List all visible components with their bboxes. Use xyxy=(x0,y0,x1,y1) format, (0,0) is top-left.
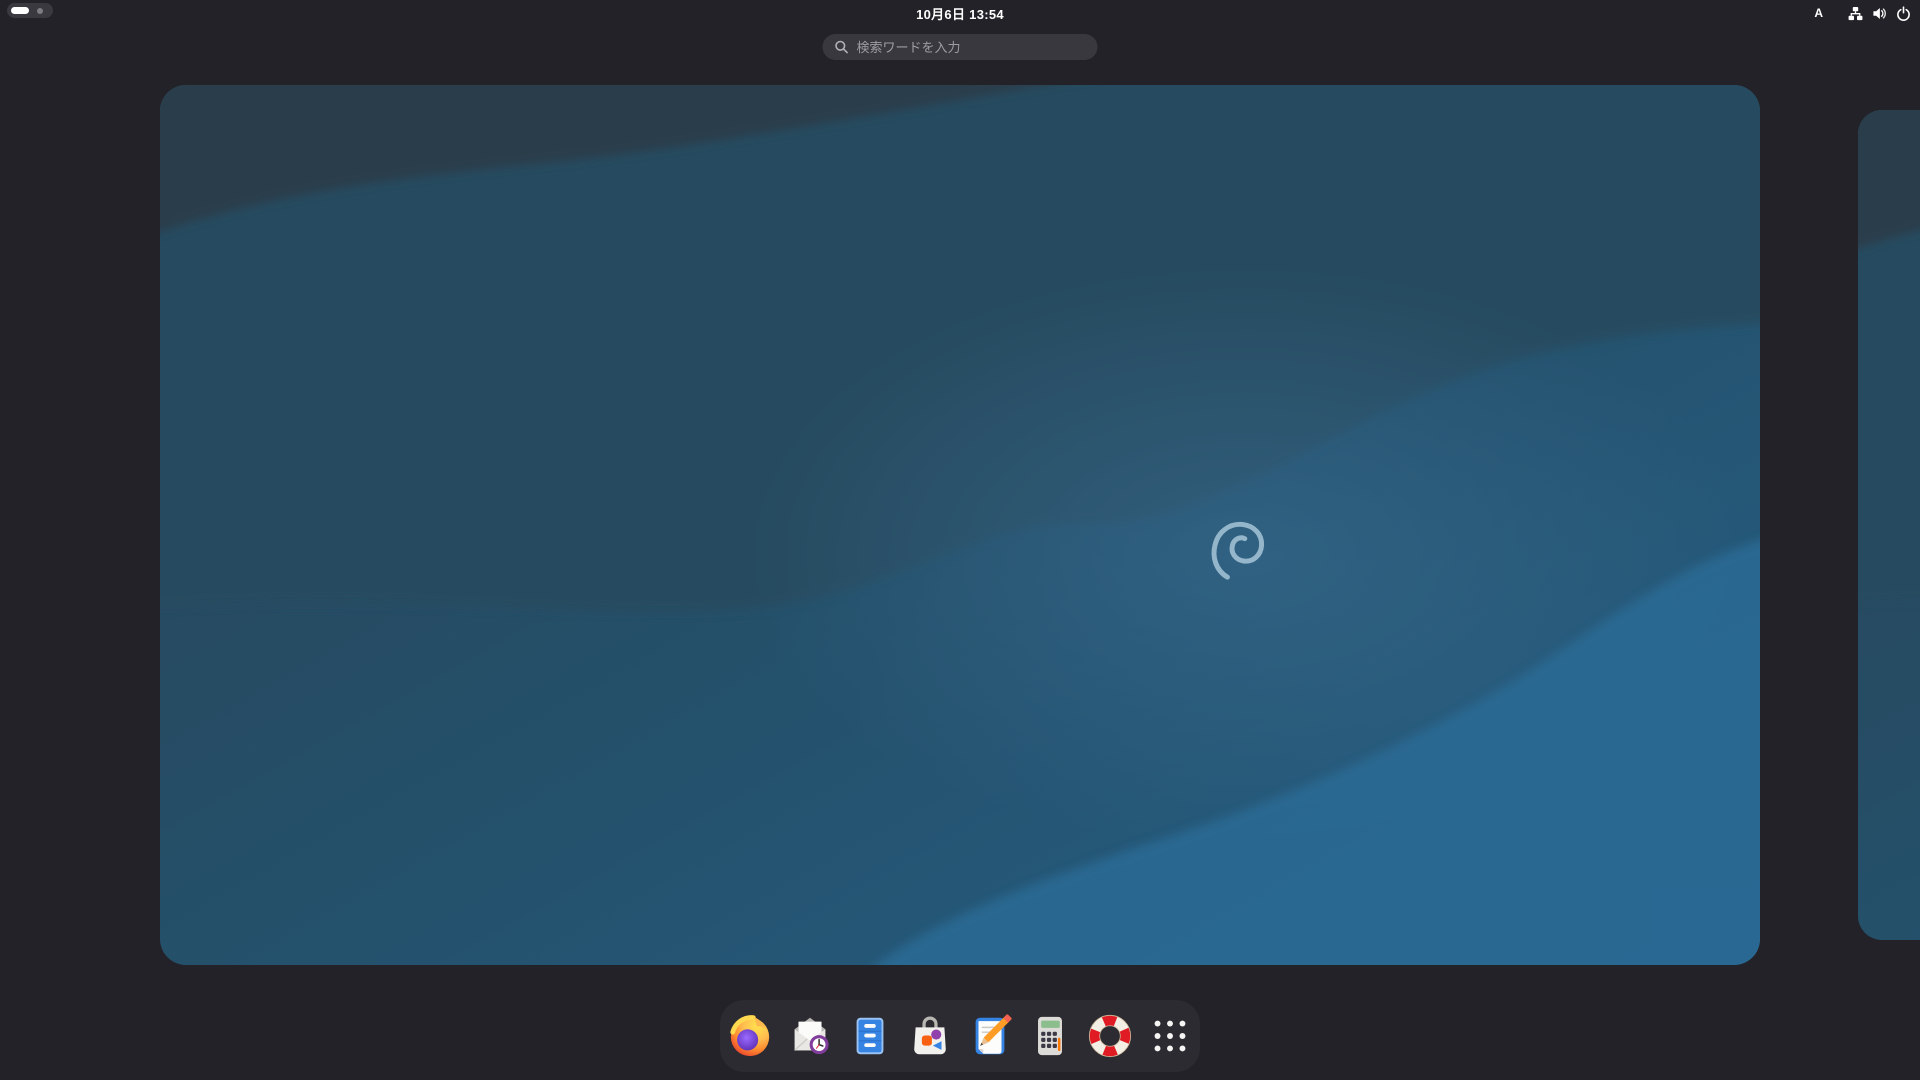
dock-item-calculator[interactable] xyxy=(1020,1000,1080,1072)
workspace-preview-1[interactable] xyxy=(160,85,1760,965)
clock-date-button[interactable]: 10月6日 13:54 xyxy=(916,0,1004,26)
dock-item-show-apps[interactable] xyxy=(1140,1000,1200,1072)
text-editor-icon xyxy=(975,1014,1012,1055)
debian-wallpaper xyxy=(160,85,1760,965)
search-bar xyxy=(822,34,1098,60)
network-wired-icon[interactable] xyxy=(1848,6,1863,21)
clock-label: 10月6日 13:54 xyxy=(916,6,1004,22)
dock-item-help[interactable] xyxy=(1080,1000,1140,1072)
workspace-indicator-dot[interactable] xyxy=(37,7,43,14)
dock-item-text-editor[interactable] xyxy=(960,1000,1020,1072)
dock-item-evolution-mail[interactable] xyxy=(780,1000,840,1072)
show-apps-icon xyxy=(1154,1020,1186,1052)
workspace-preview-2[interactable] xyxy=(1858,110,1920,940)
dock-item-software[interactable] xyxy=(900,1000,960,1072)
firefox-icon xyxy=(730,1015,770,1057)
help-icon xyxy=(1088,1014,1132,1058)
debian-wallpaper xyxy=(1858,110,1920,940)
power-icon[interactable] xyxy=(1896,5,1911,21)
dock-item-firefox[interactable] xyxy=(720,1000,780,1072)
dash-dock xyxy=(720,1000,1200,1072)
evolution-mail-icon xyxy=(794,1017,829,1055)
search-input[interactable] xyxy=(822,34,1098,60)
workspace-switcher-pill[interactable] xyxy=(7,3,53,18)
system-status-area[interactable]: A xyxy=(1814,0,1911,26)
dock-item-files[interactable] xyxy=(840,1000,900,1072)
calculator-icon xyxy=(1038,1016,1062,1056)
software-icon xyxy=(914,1016,946,1055)
files-icon xyxy=(856,1017,884,1055)
top-bar: 10月6日 13:54 A xyxy=(0,0,1920,26)
workspace-indicator-active[interactable] xyxy=(11,7,29,14)
volume-icon[interactable] xyxy=(1872,6,1887,21)
input-method-indicator[interactable]: A xyxy=(1814,6,1823,20)
